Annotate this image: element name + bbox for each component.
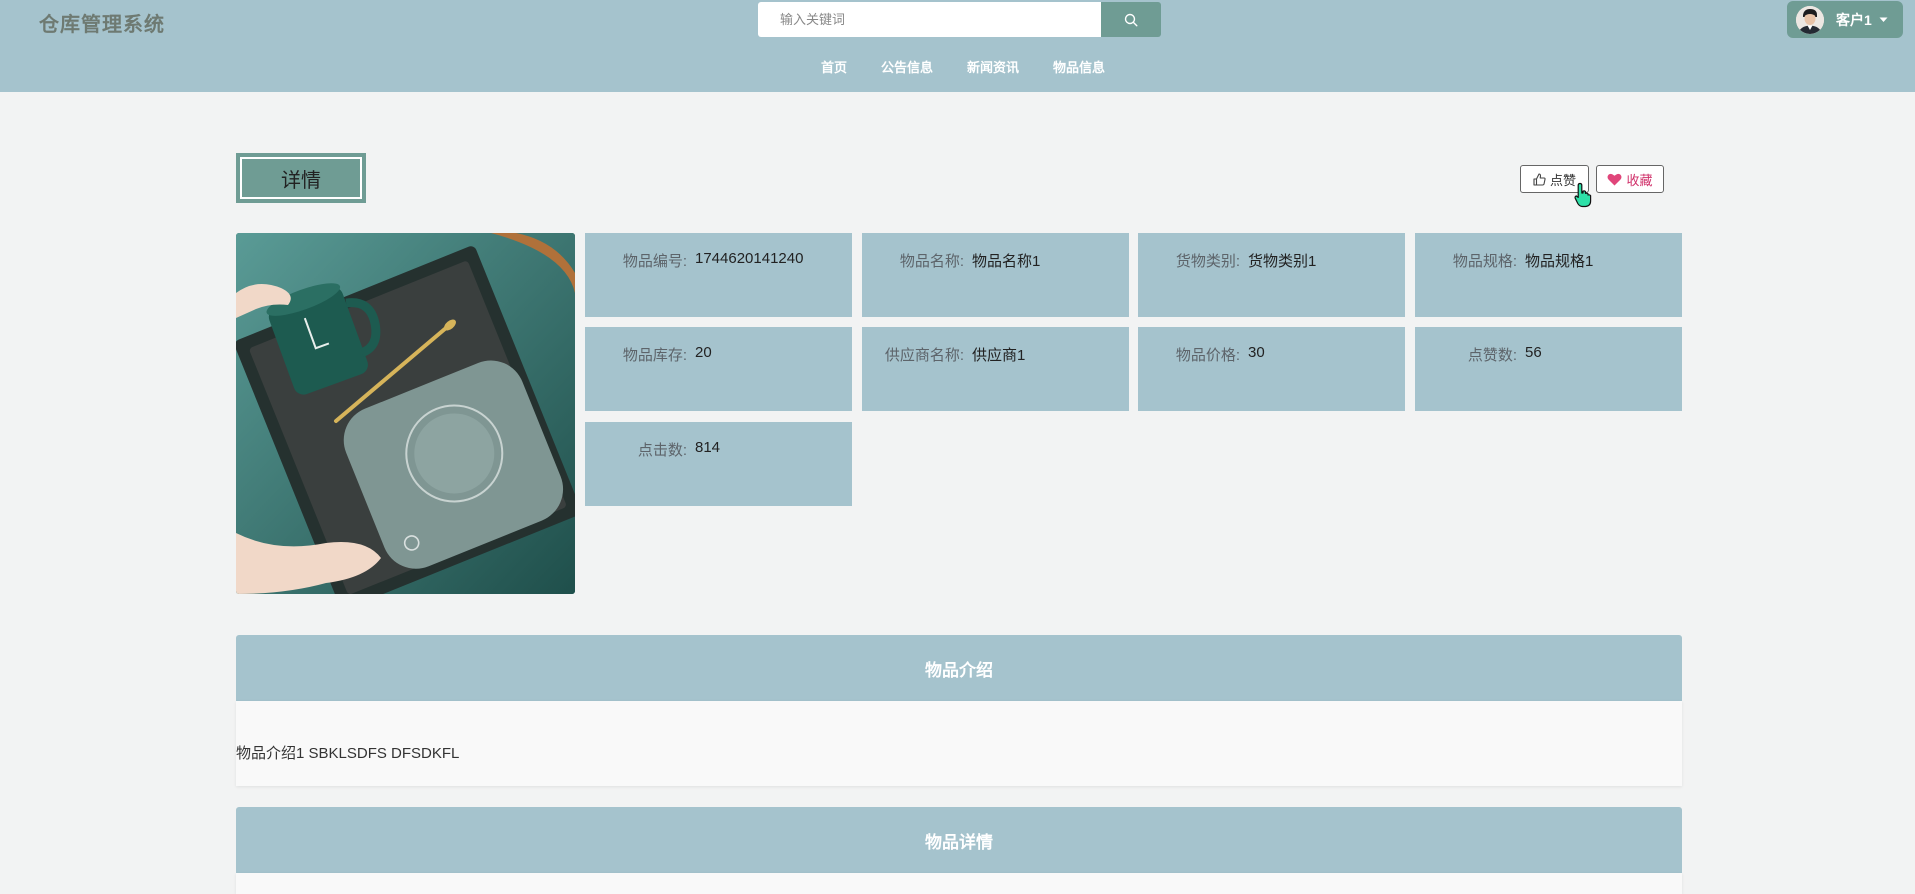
field-value: 56 bbox=[1525, 344, 1542, 361]
intro-section-body: 物品介绍1 SBKLSDFS DFSDKFL bbox=[236, 701, 1682, 786]
field-label: 物品名称: bbox=[899, 253, 964, 270]
field-goods-price: 物品价格: 30 bbox=[1138, 327, 1405, 411]
field-click-count: 点击数: 814 bbox=[585, 422, 852, 506]
field-goods-spec: 物品规格: 物品规格1 bbox=[1415, 233, 1682, 317]
field-goods-stock: 物品库存: 20 bbox=[585, 327, 852, 411]
nav-item-home[interactable]: 首页 bbox=[821, 57, 847, 81]
field-value: 20 bbox=[695, 344, 712, 361]
detail-title-box: 详情 bbox=[236, 153, 366, 203]
favorite-button[interactable]: 收藏 bbox=[1596, 165, 1664, 193]
nav-item-goods[interactable]: 物品信息 bbox=[1053, 57, 1105, 81]
field-label: 物品规格: bbox=[1452, 253, 1517, 270]
field-goods-name: 物品名称: 物品名称1 bbox=[862, 233, 1129, 317]
field-label: 物品库存: bbox=[622, 347, 687, 364]
field-value: 1744620141240 bbox=[695, 250, 804, 267]
thumbs-up-icon bbox=[1533, 172, 1546, 186]
field-like-count: 点赞数: 56 bbox=[1415, 327, 1682, 411]
field-value: 货物类别1 bbox=[1248, 253, 1317, 270]
field-value: 814 bbox=[695, 439, 721, 456]
user-menu[interactable]: 客户1 bbox=[1787, 1, 1903, 38]
heart-icon bbox=[1608, 173, 1622, 185]
avatar bbox=[1796, 5, 1824, 34]
like-label: 点赞 bbox=[1549, 172, 1576, 188]
favorite-label: 收藏 bbox=[1626, 172, 1653, 188]
field-value: 物品规格1 bbox=[1525, 253, 1594, 270]
details-section-body bbox=[236, 873, 1682, 894]
field-goods-number: 物品编号: 1744620141240 bbox=[585, 233, 852, 317]
search-icon bbox=[1124, 13, 1138, 27]
field-label: 点赞数: bbox=[1467, 347, 1517, 364]
field-value: 30 bbox=[1248, 344, 1265, 361]
search-button[interactable] bbox=[1101, 2, 1161, 37]
field-label: 物品编号: bbox=[622, 253, 687, 270]
product-image bbox=[236, 233, 575, 594]
search-bar bbox=[758, 2, 1161, 37]
field-value: 供应商1 bbox=[972, 347, 1026, 364]
details-section-title: 物品详情 bbox=[236, 807, 1682, 873]
top-header: 仓库管理系统 首页 公告信息 新闻资讯 物品信息 bbox=[0, 0, 1915, 92]
field-goods-category: 货物类别: 货物类别1 bbox=[1138, 233, 1405, 317]
intro-section-title: 物品介绍 bbox=[236, 635, 1682, 701]
field-supplier-name: 供应商名称: 供应商1 bbox=[862, 327, 1129, 411]
site-logo[interactable]: 仓库管理系统 bbox=[39, 8, 165, 37]
user-name: 客户1 bbox=[1836, 11, 1872, 28]
page-title: 详情 bbox=[240, 157, 362, 199]
field-label: 供应商名称: bbox=[884, 347, 964, 364]
search-input[interactable] bbox=[758, 2, 1101, 37]
intro-text: 物品介绍1 SBKLSDFS DFSDKFL bbox=[236, 745, 460, 762]
field-value: 物品名称1 bbox=[972, 253, 1041, 270]
field-label: 点击数: bbox=[637, 442, 687, 459]
field-label: 物品价格: bbox=[1175, 347, 1240, 364]
main-nav: 首页 公告信息 新闻资讯 物品信息 bbox=[0, 57, 1915, 81]
nav-item-news[interactable]: 新闻资讯 bbox=[967, 57, 1019, 81]
hand-cursor-icon bbox=[1574, 182, 1592, 208]
chevron-down-icon bbox=[1879, 17, 1888, 22]
nav-item-announcements[interactable]: 公告信息 bbox=[881, 57, 933, 81]
field-label: 货物类别: bbox=[1175, 253, 1240, 270]
